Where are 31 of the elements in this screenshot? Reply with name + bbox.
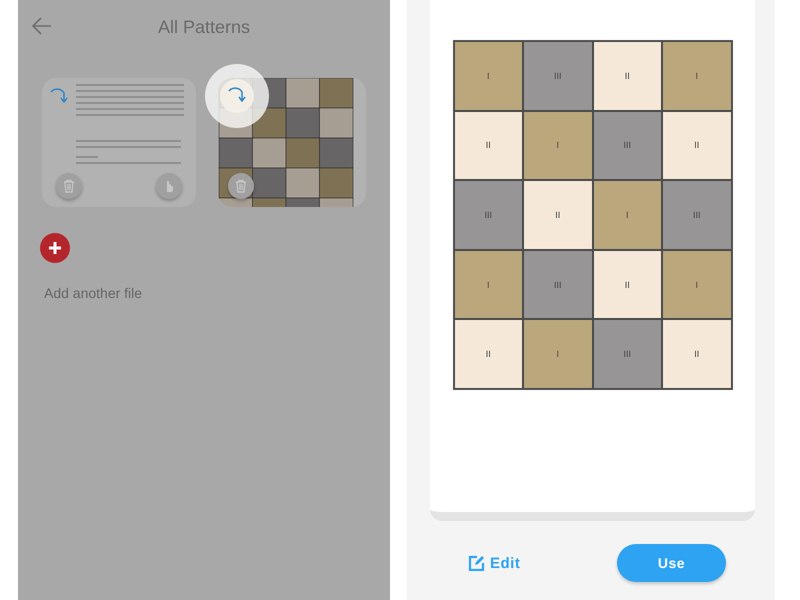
add-file-button[interactable] xyxy=(40,233,70,263)
use-button[interactable]: Use xyxy=(617,544,726,582)
trash-icon xyxy=(235,179,247,193)
pattern-cell: III xyxy=(592,110,662,180)
pattern-cell: III xyxy=(523,250,592,320)
pattern-cell: II xyxy=(454,110,523,180)
pattern-cell: I xyxy=(523,110,592,180)
edit-icon xyxy=(468,555,485,571)
pattern-cell: II xyxy=(592,250,662,320)
screen-title: All Patterns xyxy=(158,16,250,38)
pattern-cell: II xyxy=(523,180,592,250)
pattern-cell: III xyxy=(662,180,732,250)
pattern-cell: I xyxy=(592,180,662,250)
pattern-cell: II xyxy=(454,319,523,389)
pattern-cell: III xyxy=(454,180,523,250)
trash-icon xyxy=(63,179,75,193)
add-file-label: Add another file xyxy=(44,285,144,301)
pattern-cell: II xyxy=(592,41,662,111)
pattern-cell: III xyxy=(523,41,592,111)
pattern-cell: I xyxy=(523,319,592,389)
pattern-cell: III xyxy=(592,319,662,389)
pattern-cell: I xyxy=(662,250,732,320)
hand-button[interactable] xyxy=(156,173,182,199)
pattern-cell: I xyxy=(662,41,732,111)
pattern-cell: II xyxy=(662,319,732,389)
back-arrow-icon[interactable] xyxy=(32,17,52,35)
pattern-cell: I xyxy=(454,250,523,320)
plus-icon xyxy=(48,241,62,255)
edit-button[interactable]: Edit xyxy=(462,554,526,572)
pattern-cell: I xyxy=(454,41,523,111)
pattern-cell: II xyxy=(662,110,732,180)
